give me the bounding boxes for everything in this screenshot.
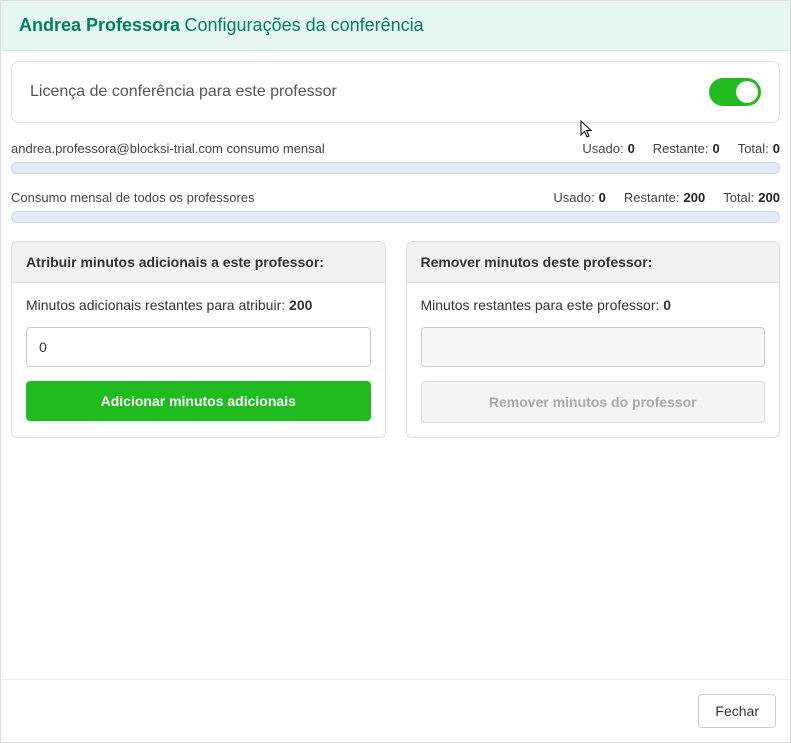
assign-panel: Atribuir minutos adicionais a este profe… [11,241,386,438]
assign-minutes-input[interactable] [26,327,371,367]
teacher-usage-block: andrea.professora@blocksi-trial.com cons… [11,141,780,174]
all-usage-block: Consumo mensal de todos os professores U… [11,190,780,223]
license-toggle[interactable] [709,78,761,106]
assign-info-line: Minutos adicionais restantes para atribu… [26,297,371,313]
license-label: Licença de conferência para este profess… [30,83,337,101]
license-row: Licença de conferência para este profess… [11,61,780,123]
assign-panel-title: Atribuir minutos adicionais a este profe… [12,242,385,283]
remove-minutes-input [421,327,766,367]
all-usage-line: Consumo mensal de todos os professores U… [11,190,780,205]
close-button[interactable]: Fechar [698,694,776,728]
remove-minutes-button: Remover minutos do professor [421,381,766,423]
modal-content: Licença de conferência para este profess… [1,51,790,679]
all-usage-label: Consumo mensal de todos os professores [11,190,553,205]
remove-panel-body: Minutos restantes para este professor: 0… [407,283,780,437]
modal-footer: Fechar [1,679,790,742]
teacher-usage-bar [11,162,780,174]
teacher-name: Andrea Professora [19,15,180,35]
remove-panel-title: Remover minutos deste professor: [407,242,780,283]
panels-row: Atribuir minutos adicionais a este profe… [11,241,780,438]
modal-subtitle: Configurações da conferência [185,15,424,35]
add-minutes-button[interactable]: Adicionar minutos adicionais [26,381,371,421]
teacher-usage-label: andrea.professora@blocksi-trial.com cons… [11,141,582,156]
assign-panel-body: Minutos adicionais restantes para atribu… [12,283,385,435]
modal-header: Andrea Professora Configurações da confe… [1,1,790,51]
remove-panel: Remover minutos deste professor: Minutos… [406,241,781,438]
teacher-usage-line: andrea.professora@blocksi-trial.com cons… [11,141,780,156]
all-usage-bar [11,211,780,223]
all-usage-stats: Usado:0 Restante:200 Total:200 [553,190,780,205]
toggle-knob-icon [736,81,758,103]
remove-info-line: Minutos restantes para este professor: 0 [421,297,766,313]
teacher-usage-stats: Usado:0 Restante:0 Total:0 [582,141,780,156]
